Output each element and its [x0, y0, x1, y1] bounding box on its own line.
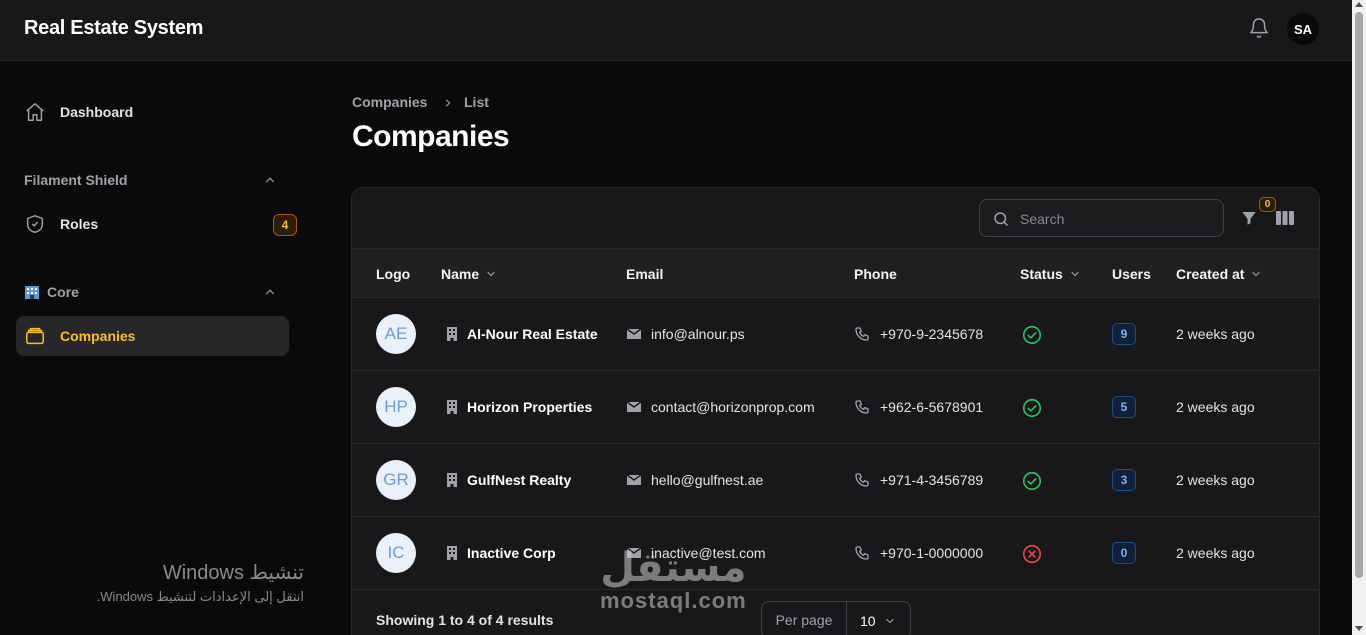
per-page-label: Per page [762, 602, 847, 635]
company-phone[interactable]: +962-6-5678901 [880, 399, 983, 415]
column-header-status[interactable]: Status [1020, 266, 1081, 282]
breadcrumb-current: List [464, 94, 489, 110]
top-bar: Real Estate System SA [0, 0, 1352, 61]
check-circle-icon [1022, 325, 1042, 345]
sidebar-item-label: Roles [60, 216, 99, 232]
sidebar-item-companies[interactable]: Companies [16, 316, 289, 356]
check-circle-icon [1022, 471, 1042, 491]
check-circle-icon [1022, 398, 1042, 418]
scroll-up-arrow-icon[interactable] [1355, 2, 1363, 7]
scrollbar-thumb[interactable] [1355, 12, 1363, 578]
table-row[interactable]: HP Horizon Properties contact@horizonprop.… [352, 371, 1319, 444]
breadcrumb-root[interactable]: Companies [352, 94, 427, 110]
company-logo: HP [376, 387, 416, 427]
column-header-phone: Phone [854, 266, 897, 282]
app-title[interactable]: Real Estate System [24, 17, 203, 40]
company-phone[interactable]: +970-1-0000000 [880, 545, 983, 561]
column-header-name[interactable]: Name [441, 266, 497, 282]
company-name[interactable]: GulfNest Realty [467, 472, 571, 488]
users-count-badge: 3 [1112, 469, 1136, 491]
envelope-icon [626, 328, 642, 339]
created-at: 2 weeks ago [1176, 472, 1255, 488]
user-avatar[interactable]: SA [1287, 13, 1319, 45]
folders-icon [26, 327, 44, 345]
sidebar-item-label: Companies [60, 328, 136, 344]
search-input[interactable] [1020, 209, 1210, 229]
chevron-up-icon[interactable] [263, 173, 277, 187]
building-icon [25, 286, 39, 299]
created-at: 2 weeks ago [1176, 326, 1255, 342]
created-at: 2 weeks ago [1176, 545, 1255, 561]
company-name[interactable]: Al-Nour Real Estate [467, 326, 598, 342]
watermark-url: mostaql.com [600, 588, 747, 613]
company-phone[interactable]: +970-9-2345678 [880, 326, 983, 342]
company-email[interactable]: hello@gulfnest.ae [651, 472, 763, 488]
column-header-logo: Logo [376, 266, 411, 282]
search-icon [994, 212, 1008, 226]
chevron-down-icon [487, 271, 495, 277]
building-icon [447, 400, 457, 414]
envelope-icon [626, 401, 642, 412]
page-title: Companies [352, 120, 510, 153]
windows-activation-title: تنشيط Windows [162, 562, 304, 584]
phone-icon [855, 546, 869, 560]
chevron-down-icon[interactable] [884, 615, 896, 627]
company-name[interactable]: Horizon Properties [467, 399, 592, 415]
company-logo: GR [376, 460, 416, 500]
sidebar-item-label: Dashboard [60, 104, 134, 120]
home-icon [26, 103, 44, 121]
windows-activation-notice: تنشيط Windows انتقل إلى الإعدادات لتنشيط… [68, 560, 304, 605]
pagination-summary: Showing 1 to 4 of 4 results [376, 612, 554, 628]
sidebar-item-dashboard[interactable]: Dashboard [16, 92, 289, 132]
companies-table: 0 Logo Name Email Phone Status Users Cre… [351, 187, 1320, 635]
chevron-up-icon[interactable] [263, 285, 277, 299]
created-at: 2 weeks ago [1176, 399, 1255, 415]
column-header-users: Users [1112, 266, 1151, 282]
sidebar-item-roles[interactable]: Roles 4 [16, 204, 297, 244]
envelope-icon [626, 474, 642, 485]
sidebar-group-core[interactable]: Core [47, 284, 79, 300]
chevron-down-icon [1252, 271, 1261, 277]
company-email[interactable]: contact@horizonprop.com [651, 399, 815, 415]
building-icon [447, 473, 457, 487]
phone-icon [855, 473, 869, 487]
filter-icon[interactable] [1240, 209, 1258, 227]
per-page-select[interactable]: Per page 10 [761, 601, 911, 635]
search-field[interactable] [979, 199, 1224, 237]
sidebar-group-filament-shield[interactable]: Filament Shield [24, 172, 127, 188]
bell-icon[interactable] [1248, 17, 1270, 39]
table-row[interactable]: IC Inactive Corp inactive@test.com +970-1-0… [352, 517, 1319, 590]
filter-count-badge: 0 [1259, 197, 1276, 212]
scroll-down-arrow-icon[interactable] [1355, 626, 1363, 631]
per-page-value[interactable]: 10 [860, 613, 876, 629]
column-header-created-at[interactable]: Created at [1176, 266, 1262, 282]
table-row[interactable]: AE Al-Nour Real Estate info@alnour.ps +970-… [352, 298, 1319, 371]
company-name[interactable]: Inactive Corp [467, 545, 556, 561]
column-header-email: Email [626, 266, 664, 282]
sidebar: Dashboard Filament Shield Roles 4 Core C… [0, 61, 306, 635]
shield-check-icon [26, 215, 44, 233]
phone-icon [855, 400, 869, 414]
company-email[interactable]: info@alnour.ps [651, 326, 745, 342]
columns-icon[interactable] [1276, 210, 1294, 226]
phone-icon [855, 327, 869, 341]
chevron-right-icon [445, 99, 451, 107]
company-logo: AE [376, 314, 416, 354]
users-count-badge: 9 [1112, 323, 1136, 345]
company-phone[interactable]: +971-4-3456789 [880, 472, 983, 488]
watermark: مستقل mostaql.com [600, 548, 747, 614]
building-icon [447, 546, 457, 560]
company-logo: IC [376, 533, 416, 573]
users-count-badge: 5 [1112, 396, 1136, 418]
table-toolbar: 0 [352, 188, 1319, 249]
building-icon [447, 327, 457, 341]
x-circle-icon [1022, 544, 1042, 564]
windows-activation-subtitle: انتقل إلى الإعدادات لتنشيط Windows. [96, 589, 304, 604]
table-header: Logo Name Email Phone Status Users Creat… [352, 249, 1319, 298]
table-row[interactable]: GR GulfNest Realty hello@gulfnest.ae +971-4… [352, 444, 1319, 517]
roles-count-badge: 4 [273, 214, 297, 236]
watermark-arabic: مستقل [600, 546, 747, 590]
users-count-badge: 0 [1112, 542, 1136, 564]
chevron-down-icon [1071, 271, 1079, 277]
